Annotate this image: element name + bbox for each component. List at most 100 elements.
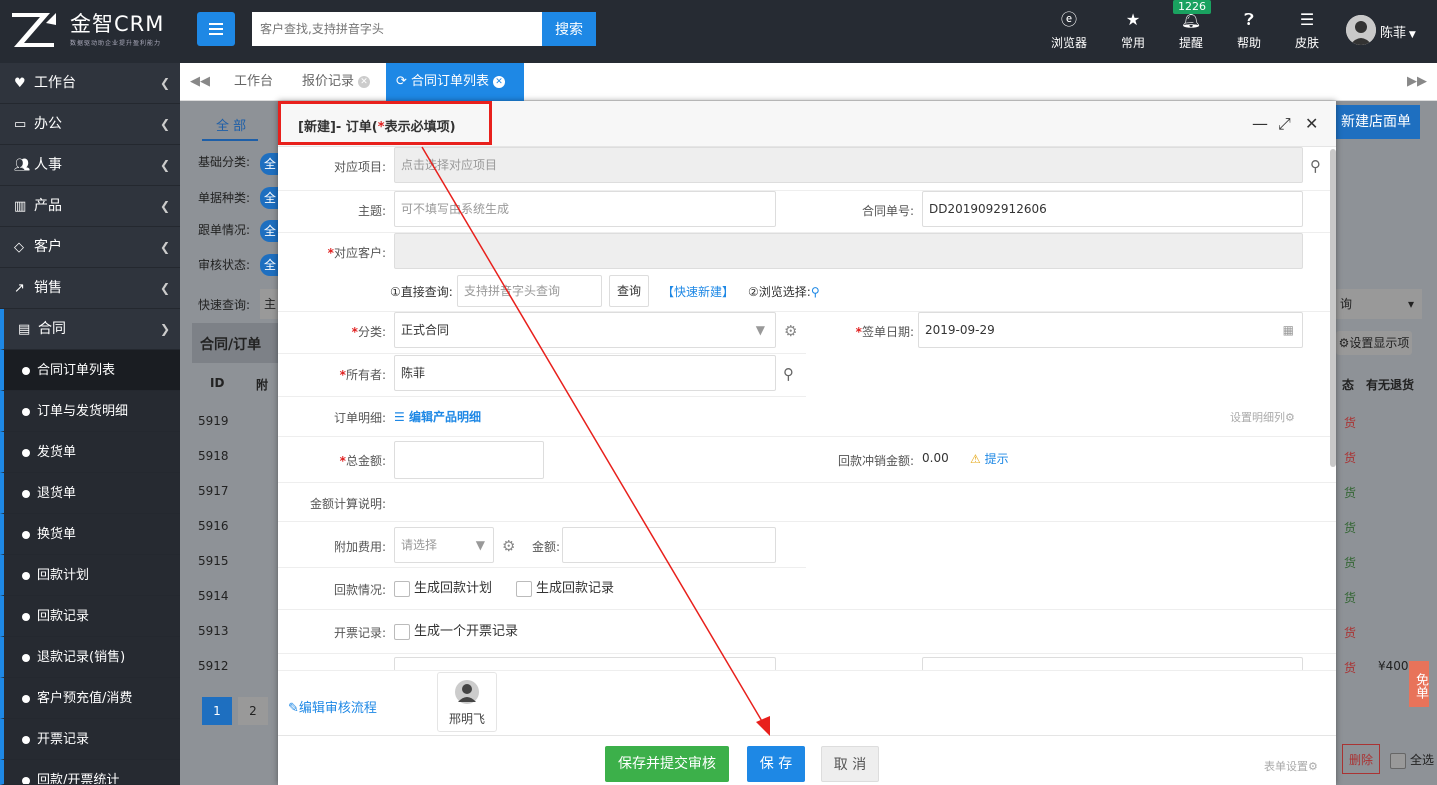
partial-field[interactable] [394,657,776,671]
project-select-input[interactable]: 点击选择对应项目 [394,147,1303,183]
browse-select-link[interactable]: ②浏览选择:⚲ [748,283,820,300]
chevron-left-icon: ❮ [159,240,170,254]
close-icon[interactable]: ✕ [1305,114,1318,133]
sidebar-sub-statistics[interactable]: 回款/开票统计 [0,760,180,785]
tab-scroll-right-icon[interactable]: ▶▶ [1397,63,1437,101]
sidebar-item-product[interactable]: ▥ 产品 ❮ [0,186,180,227]
sidebar-item-contract[interactable]: ▤ 合同 ❯ [0,309,180,350]
sidebar-item-office[interactable]: ▭ 办公 ❮ [0,104,180,145]
sidebar-sub-refund-record[interactable]: 退款记录(销售) [0,637,180,678]
save-button[interactable]: 保 存 [747,746,805,782]
tab-scroll-left-icon[interactable]: ◀◀ [180,63,220,101]
hint-link[interactable]: ⚠ 提示 [970,450,1009,467]
extra-fee-select[interactable]: 请选择 ▼ [394,527,494,563]
page-1-button[interactable]: 1 [202,697,232,725]
close-icon[interactable]: ✕ [358,75,371,88]
table-row[interactable]: 5918 [198,449,229,463]
menu-toggle-button[interactable] [197,12,235,46]
close-icon[interactable]: ✕ [493,75,506,88]
page-2-button[interactable]: 2 [238,697,268,725]
contract-icon: ▤ [18,322,31,337]
customer-input[interactable] [394,233,1303,269]
chevron-left-icon: ❮ [159,281,170,295]
maximize-icon[interactable]: ⤢ [1278,114,1291,134]
generate-payment-plan-checkbox[interactable]: 生成回款计划 [394,577,492,597]
customer-search-input[interactable] [252,12,542,46]
form-setting-link[interactable]: 表单设置⚙ [1264,758,1318,774]
dialog-scrollbar[interactable] [1330,149,1336,467]
gear-icon[interactable]: ⚙ [784,322,797,340]
extra-fee-amount-input[interactable] [562,527,776,563]
tab-quote-record[interactable]: 报价记录 ✕ [292,63,380,101]
user-avatar[interactable] [1346,15,1376,45]
set-display-button[interactable]: ⚙设置显示项 [1336,331,1412,355]
free-order-badge[interactable]: 免单 [1409,661,1429,707]
sidebar-item-sales[interactable]: ↗ 销售 ❮ [0,268,180,309]
total-amount-input[interactable] [394,441,544,479]
sidebar-item-hr[interactable]: 👥︎ 人事 ❮ [0,145,180,186]
tab-workbench[interactable]: 工作台 [224,63,283,101]
category-select[interactable]: 正式合同 ▼ [394,312,776,348]
favorites-button[interactable]: ★ 常用 [1105,10,1161,54]
user-menu[interactable]: 陈菲 ▼ [1380,22,1416,41]
table-row[interactable]: 5912 [198,659,229,673]
table-row[interactable]: 5919 [198,414,229,428]
subject-input[interactable]: 可不填写由系统生成 [394,191,776,227]
help-icon: ❓︎ [1244,10,1254,29]
new-shop-order-button[interactable]: 新建店面单 [1332,105,1420,139]
skin-button[interactable]: ☰ 皮肤 [1279,10,1335,54]
approver-card[interactable]: 邢明飞 [437,672,497,732]
owner-input[interactable]: 陈菲 [394,355,776,391]
calendar-icon: ▦ [1282,323,1294,337]
sidebar-sub-return[interactable]: 退货单 [0,473,180,514]
gear-icon[interactable]: ⚙ [502,537,515,555]
partial-field[interactable] [922,657,1303,671]
minimize-icon[interactable]: — [1252,114,1268,133]
reminder-button[interactable]: 🔔︎ 提醒 [1163,10,1219,54]
generate-payment-record-checkbox[interactable]: 生成回款记录 [516,577,614,597]
tab-contract-order-list[interactable]: ⟳ 合同订单列表 ✕ [386,63,524,101]
sidebar-item-workbench[interactable]: ♥ 工作台 ❮ [0,63,180,104]
delete-button[interactable]: 删除 [1342,744,1380,774]
cancel-button[interactable]: 取 消 [821,746,879,782]
sidebar-sub-payment-record[interactable]: 回款记录 [0,596,180,637]
detail-columns-setting[interactable]: 设置明细列⚙ [1230,409,1295,425]
sidebar-item-customer[interactable]: ◇ 客户 ❮ [0,227,180,268]
generate-invoice-checkbox[interactable]: 生成一个开票记录 [394,620,518,640]
sidebar-sub-exchange[interactable]: 换货单 [0,514,180,555]
table-row[interactable]: 5916 [198,519,229,533]
new-order-dialog: [新建]- 订单(*表示必填项) — ⤢ ✕ 对应项目: 点击选择对应项目 ⚲ … [278,101,1336,785]
select-all-checkbox[interactable]: 全选 [1390,751,1434,769]
contract-number-input[interactable]: DD2019092912606 [922,191,1303,227]
search-icon[interactable]: ⚲ [783,365,794,383]
edit-approval-flow-link[interactable]: ✎编辑审核流程 [288,697,377,716]
sidebar-sub-order-shipping-detail[interactable]: 订单与发货明细 [0,391,180,432]
quick-new-link[interactable]: 【快速新建】 [662,283,734,300]
search-icon[interactable]: ⚲ [1310,157,1321,175]
logo-text: 金智CRM [70,12,165,36]
sign-date-input[interactable]: 2019-09-29 ▦ [918,312,1303,348]
save-and-submit-button[interactable]: 保存并提交审核 [605,746,729,782]
edit-product-detail-link[interactable]: ☰ 编辑产品明细 [394,408,481,425]
table-row[interactable]: 5915 [198,554,229,568]
sidebar-sub-contract-order-list[interactable]: 合同订单列表 [0,350,180,391]
refresh-icon[interactable]: ⟳ [396,74,411,89]
tab-all[interactable]: 全 部 [216,115,246,134]
table-row[interactable]: 5914 [198,589,229,603]
reminder-count-badge: 1226 [1173,0,1211,14]
table-row[interactable]: 5917 [198,484,229,498]
sidebar-sub-payment-plan[interactable]: 回款计划 [0,555,180,596]
customer-direct-query-input[interactable]: 支持拼音字头查询 [457,275,602,307]
ie-icon: ⓔ [1060,10,1077,29]
search-button[interactable]: 搜索 [542,12,596,46]
sidebar-sub-shipping[interactable]: 发货单 [0,432,180,473]
query-button[interactable]: 查询 [609,275,649,307]
sidebar-sub-invoice[interactable]: 开票记录 [0,719,180,760]
help-button[interactable]: ❓︎ 帮助 [1221,10,1277,54]
caret-down-icon: ▼ [1406,30,1416,40]
right-select[interactable]: 询 ▾ [1336,289,1422,319]
table-row[interactable]: 5913 [198,624,229,638]
browser-button[interactable]: ⓔ 浏览器 [1041,10,1097,54]
sidebar-sub-prepaid[interactable]: 客户预充值/消费 [0,678,180,719]
dialog-header: [新建]- 订单(*表示必填项) — ⤢ ✕ [278,101,1336,147]
